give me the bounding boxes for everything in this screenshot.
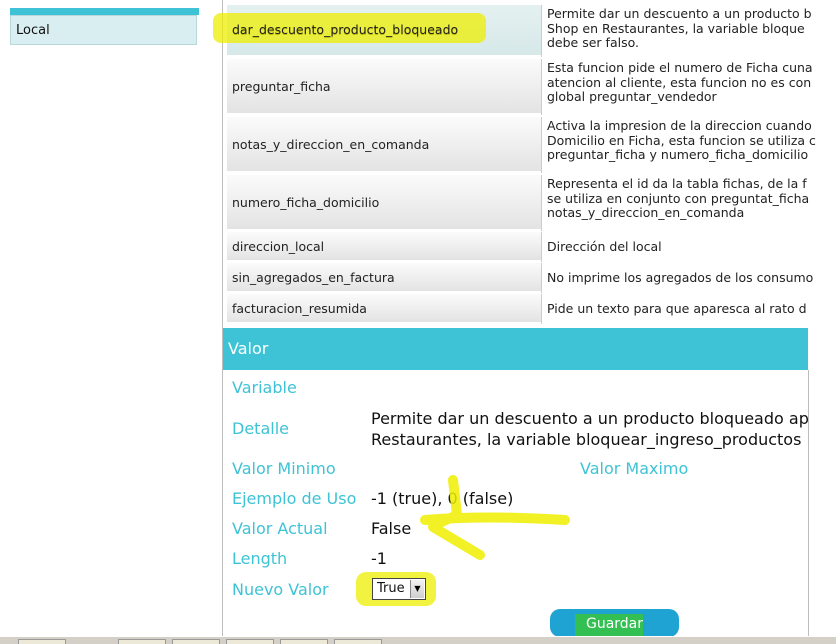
variable-name-cell[interactable]: numero_ficha_domicilio	[227, 175, 541, 231]
variable-desc-cell: Pide un texto para que aparesca al rato …	[541, 294, 836, 324]
variable-desc-cell: Esta funcion pide el numero de Ficha cun…	[541, 59, 836, 115]
table-row[interactable]: preguntar_ficha Esta funcion pide el num…	[227, 59, 836, 115]
variable-desc-cell: Activa la impresion de la direccion cuan…	[541, 117, 836, 173]
table-row[interactable]: sin_agregados_en_factura No imprime los …	[227, 263, 836, 293]
table-row[interactable]: numero_ficha_domicilio Representa el id …	[227, 175, 836, 231]
table-row[interactable]: facturacion_resumida Pide un texto para …	[227, 294, 836, 324]
taskbar-item[interactable]	[280, 639, 328, 644]
taskbar-item[interactable]	[172, 639, 220, 644]
variable-name-cell[interactable]: notas_y_direccion_en_comanda	[227, 117, 541, 173]
taskbar-item[interactable]	[334, 639, 382, 644]
variable-name-cell[interactable]: facturacion_resumida	[227, 294, 541, 324]
sidebar-header-band	[10, 8, 199, 15]
length-label: Length	[232, 549, 288, 568]
variable-desc-cell: Permite dar un descuento a un producto b…	[541, 5, 836, 57]
detalle-value: Permite dar un descuento a un producto b…	[371, 409, 809, 449]
chevron-down-icon[interactable]: ▼	[410, 580, 424, 598]
valor-panel-header: Valor	[223, 328, 808, 370]
detalle-label: Detalle	[232, 419, 289, 438]
sidebar-item-local[interactable]: Local	[10, 15, 197, 45]
select-value: True	[377, 581, 405, 596]
guardar-button-label[interactable]: Guardar	[550, 616, 679, 632]
nuevo-valor-label: Nuevo Valor	[232, 580, 329, 599]
taskbar-item[interactable]	[226, 639, 274, 644]
table-row[interactable]: direccion_local Dirección del local	[227, 232, 836, 262]
variable-name-cell[interactable]: direccion_local	[227, 232, 541, 262]
valor-minimo-label: Valor Minimo	[232, 459, 336, 478]
ejemplo-label: Ejemplo de Uso	[232, 489, 357, 508]
valor-actual-label: Valor Actual	[232, 519, 328, 538]
nuevo-valor-select[interactable]: True ▼	[372, 578, 426, 600]
length-value: -1	[371, 549, 387, 568]
taskbar-item[interactable]	[118, 639, 166, 644]
valor-maximo-label: Valor Maximo	[580, 459, 689, 478]
variable-name-text: dar_descuento_producto_bloqueado	[232, 22, 459, 37]
taskbar-item[interactable]	[18, 639, 66, 644]
sidebar-divider	[222, 0, 223, 636]
variable-name-cell[interactable]: preguntar_ficha	[227, 59, 541, 115]
table-row[interactable]: notas_y_direccion_en_comanda Activa la i…	[227, 117, 836, 173]
variable-label: Variable	[232, 378, 297, 397]
sidebar: Local	[0, 0, 222, 636]
variable-desc-cell: No imprime los agregados de los consumo	[541, 263, 836, 293]
variable-desc-cell: Dirección del local	[541, 232, 836, 262]
highlight-mark	[420, 475, 570, 560]
variable-name-cell[interactable]: sin_agregados_en_factura	[227, 263, 541, 293]
variable-desc-cell: Representa el id da la tabla fichas, de …	[541, 175, 836, 231]
